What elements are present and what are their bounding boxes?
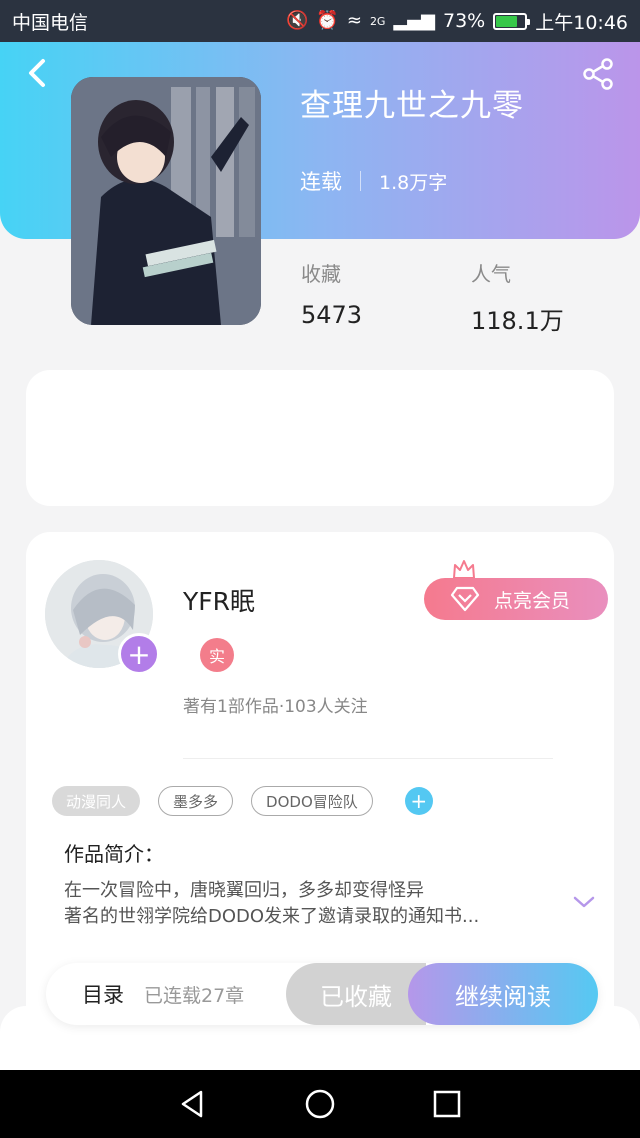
action-bar: 目录 已连载27章 已收藏 继续阅读	[46, 963, 598, 1025]
intro-label: 作品简介：	[64, 842, 164, 866]
book-meta: 连载 1.8万字	[300, 166, 447, 196]
intro-line: 著名的世翎学院给DODO发来了邀请录取的通知书...	[64, 906, 480, 927]
battery-icon	[493, 12, 531, 30]
meta-divider	[360, 171, 361, 191]
carrier-label: 中国电信	[12, 11, 89, 34]
word-count: 1.8万字	[379, 171, 448, 194]
add-tag-button[interactable]: +	[404, 787, 433, 815]
stat-label: 人气	[471, 262, 511, 286]
chapter-count[interactable]: 已连载27章	[144, 981, 244, 1008]
collected-button[interactable]: 已收藏	[286, 963, 426, 1025]
author-name[interactable]: YFR眠	[183, 582, 255, 618]
status-bar: 中国电信 🔇 ⏰ ≈ 2G ▂▄▆ 73% 上午10:46	[0, 0, 640, 42]
follow-add-button[interactable]: +	[118, 633, 160, 675]
toc-button[interactable]: 目录	[82, 979, 124, 1009]
stat-label: 收藏	[301, 262, 341, 286]
stat-value: 5473	[301, 301, 363, 329]
diamond-icon	[450, 586, 480, 612]
tag-item[interactable]: DODO冒险队	[251, 786, 373, 816]
network-type: 2G	[369, 14, 386, 28]
alarm-icon: ⏰	[316, 10, 339, 31]
recents-nav-icon[interactable]	[431, 1088, 463, 1120]
book-cover[interactable]	[71, 77, 261, 325]
status-icons: 🔇 ⏰ ≈ 2G ▂▄▆ 73% 上午10:46	[286, 8, 628, 35]
tag-item[interactable]: 墨多多	[158, 786, 234, 816]
tag-list: 动漫同人 墨多多 DODO冒险队 +	[52, 786, 433, 816]
stat-popularity: 人气 118.1万	[471, 258, 564, 336]
cover-illustration	[71, 77, 261, 325]
crown-icon	[453, 560, 475, 579]
share-icon	[583, 58, 613, 90]
book-title: 查理九世之九零	[300, 88, 524, 124]
navigation-bar	[0, 1070, 640, 1138]
divider	[183, 758, 553, 759]
serial-status: 连载	[300, 170, 342, 194]
vip-button[interactable]: 点亮会员	[424, 578, 608, 620]
stat-favorites: 收藏 5473	[301, 258, 362, 329]
back-button[interactable]	[22, 55, 52, 91]
stat-value: 118.1万	[471, 307, 564, 335]
home-nav-icon[interactable]	[304, 1088, 336, 1120]
signal-icon: ▂▄▆	[393, 10, 435, 31]
back-nav-icon[interactable]	[177, 1088, 209, 1120]
tag-item[interactable]: 动漫同人	[52, 786, 141, 816]
clock: 上午10:46	[535, 11, 628, 34]
intro-line: 在一次冒险中，唐晓翼回归，多多却变得怪异	[64, 880, 424, 901]
wifi-icon: ≈	[346, 10, 362, 31]
battery-percent: 73%	[443, 10, 486, 32]
empty-card	[26, 370, 614, 506]
verified-badge: 实	[200, 638, 234, 672]
author-info: 著有1部作品·103人关注	[183, 697, 368, 717]
vip-button-label: 点亮会员	[494, 589, 571, 612]
continue-reading-button[interactable]: 继续阅读	[408, 963, 598, 1025]
share-button[interactable]	[580, 56, 616, 92]
back-arrow-icon	[29, 59, 45, 87]
chevron-down-icon[interactable]	[572, 894, 596, 910]
intro-text: 在一次冒险中，唐晓翼回归，多多却变得怪异 著名的世翎学院给DODO发来了邀请录取…	[64, 878, 544, 930]
mute-icon: 🔇	[286, 10, 309, 31]
